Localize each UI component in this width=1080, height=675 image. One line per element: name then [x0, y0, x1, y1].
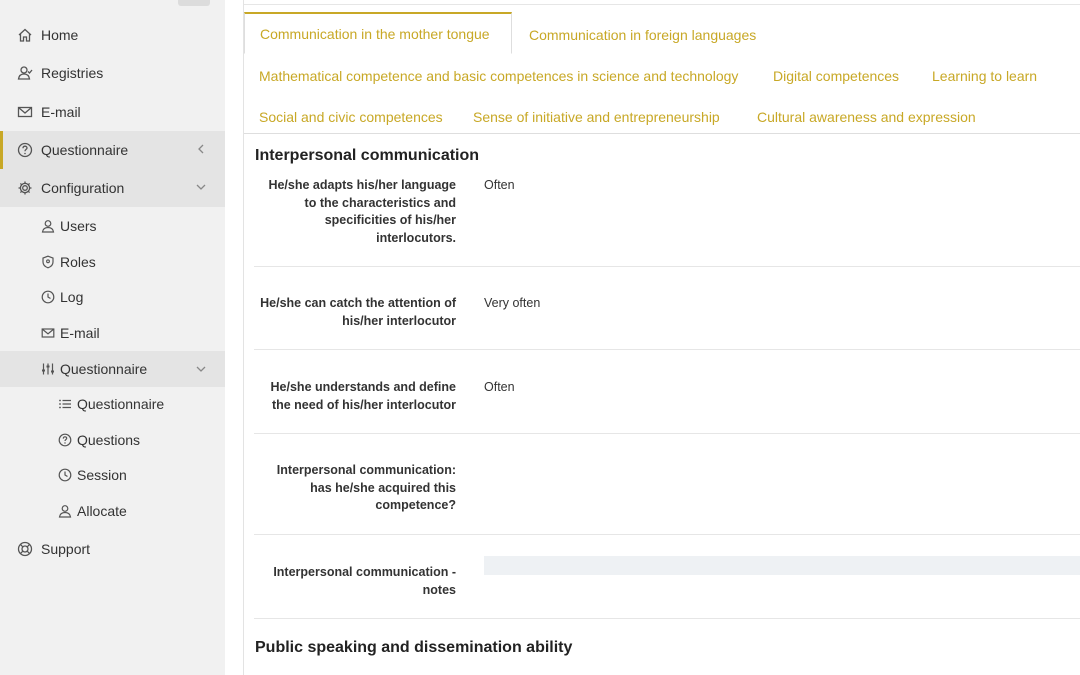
chevron-down-icon	[195, 181, 207, 193]
answer-value: Very often	[484, 296, 541, 310]
sidebar-item-home[interactable]: Home	[0, 16, 225, 54]
chevron-down-icon	[195, 363, 207, 375]
tab-initiative-entrepreneurship[interactable]: Sense of initiative and entrepreneurship	[458, 95, 735, 135]
question-label: Interpersonal communication - notes	[273, 565, 456, 597]
sidebar-item-label: Registries	[41, 65, 104, 81]
sidebar-item-label: Configuration	[41, 180, 125, 196]
sidebar-item-email[interactable]: E-mail	[0, 93, 225, 131]
clock-icon	[57, 467, 73, 483]
section-title: Interpersonal communication	[255, 147, 480, 164]
sidebar-item-label: Questionnaire	[60, 361, 148, 377]
sidebar-item-label: Home	[41, 27, 79, 43]
question-row: Interpersonal communication: has he/she …	[254, 434, 1080, 535]
chevron-left-icon	[195, 143, 207, 155]
tab-social-civic[interactable]: Social and civic competences	[244, 95, 458, 135]
sidebar-item-questionnaire-list[interactable]: Questionnaire	[0, 386, 225, 422]
divider	[244, 4, 1080, 5]
question-label: He/she can catch the attention of his/he…	[260, 296, 456, 328]
clock-icon	[40, 289, 56, 305]
user-group-icon	[16, 64, 34, 82]
list-icon	[57, 396, 73, 412]
sidebar-item-label: Users	[60, 218, 97, 234]
tab-foreign-languages[interactable]: Communication in foreign languages	[514, 13, 771, 53]
question-row: Interpersonal communication - notes	[254, 535, 1080, 619]
sidebar-item-label: Questionnaire	[41, 142, 129, 158]
sidebar-item-users[interactable]: Users	[0, 208, 225, 244]
question-label: Interpersonal communication: has he/she …	[276, 463, 456, 512]
tab-digital-competences[interactable]: Digital competences	[758, 54, 914, 94]
tab-cultural-awareness[interactable]: Cultural awareness and expression	[742, 95, 991, 135]
notes-field[interactable]	[484, 556, 1080, 575]
tab-mathematical-competence[interactable]: Mathematical competence and basic compet…	[244, 54, 753, 94]
sidebar-item-config-email[interactable]: E-mail	[0, 315, 225, 351]
collapse-handle[interactable]	[178, 0, 210, 6]
tab-learning-to-learn[interactable]: Learning to learn	[917, 54, 1052, 94]
answer-value: Often	[484, 380, 515, 394]
home-icon	[16, 26, 34, 44]
sidebar-item-label: Session	[77, 467, 127, 483]
sidebar-item-registries[interactable]: Registries	[0, 54, 225, 92]
question-circle-icon	[16, 141, 34, 159]
sidebar-item-label: Questions	[77, 432, 141, 448]
sidebar-item-label: Support	[41, 541, 91, 557]
answer-value: Often	[484, 178, 515, 192]
competence-tabs: Communication in the mother tongue Commu…	[244, 12, 1080, 134]
envelope-icon	[16, 103, 34, 121]
sidebar-item-label: E-mail	[41, 104, 81, 120]
main-content: Communication in the mother tongue Commu…	[243, 0, 1080, 675]
sidebar-item-log[interactable]: Log	[0, 279, 225, 315]
lifebuoy-icon	[16, 540, 34, 558]
sidebar-item-roles[interactable]: Roles	[0, 244, 225, 280]
user-icon	[57, 503, 73, 519]
question-circle-icon	[57, 432, 73, 448]
question-label: He/she adapts his/her language to the ch…	[268, 178, 456, 245]
sidebar-item-config-questionnaire[interactable]: Questionnaire	[0, 351, 225, 387]
tab-mother-tongue[interactable]: Communication in the mother tongue	[244, 12, 512, 54]
sidebar-item-label: Questionnaire	[77, 396, 165, 412]
sidebar-item-session[interactable]: Session	[0, 457, 225, 493]
sidebar-item-label: Allocate	[77, 503, 127, 519]
sidebar-item-label: Roles	[60, 254, 96, 270]
question-row: He/she can catch the attention of his/he…	[254, 267, 1080, 350]
question-label: He/she understands and define the need o…	[270, 380, 456, 412]
question-row: He/she adapts his/her language to the ch…	[254, 176, 1080, 267]
sidebar-item-allocate[interactable]: Allocate	[0, 493, 225, 529]
sidebar-item-label: Log	[60, 289, 84, 305]
sidebar-item-questions[interactable]: Questions	[0, 422, 225, 458]
question-row: He/she understands and define the need o…	[254, 350, 1080, 434]
sliders-icon	[40, 361, 56, 377]
user-icon	[40, 218, 56, 234]
sidebar: Home Registries E-mail Questionnaire Con…	[0, 0, 225, 675]
sidebar-item-configuration[interactable]: Configuration	[0, 169, 225, 207]
sidebar-item-support[interactable]: Support	[0, 530, 225, 568]
sidebar-item-questionnaire[interactable]: Questionnaire	[0, 131, 225, 169]
shield-icon	[40, 254, 56, 270]
section-title: Public speaking and dissemination abilit…	[255, 639, 573, 656]
gear-icon	[16, 179, 34, 197]
sidebar-item-label: E-mail	[60, 325, 100, 341]
envelope-icon	[40, 325, 56, 341]
